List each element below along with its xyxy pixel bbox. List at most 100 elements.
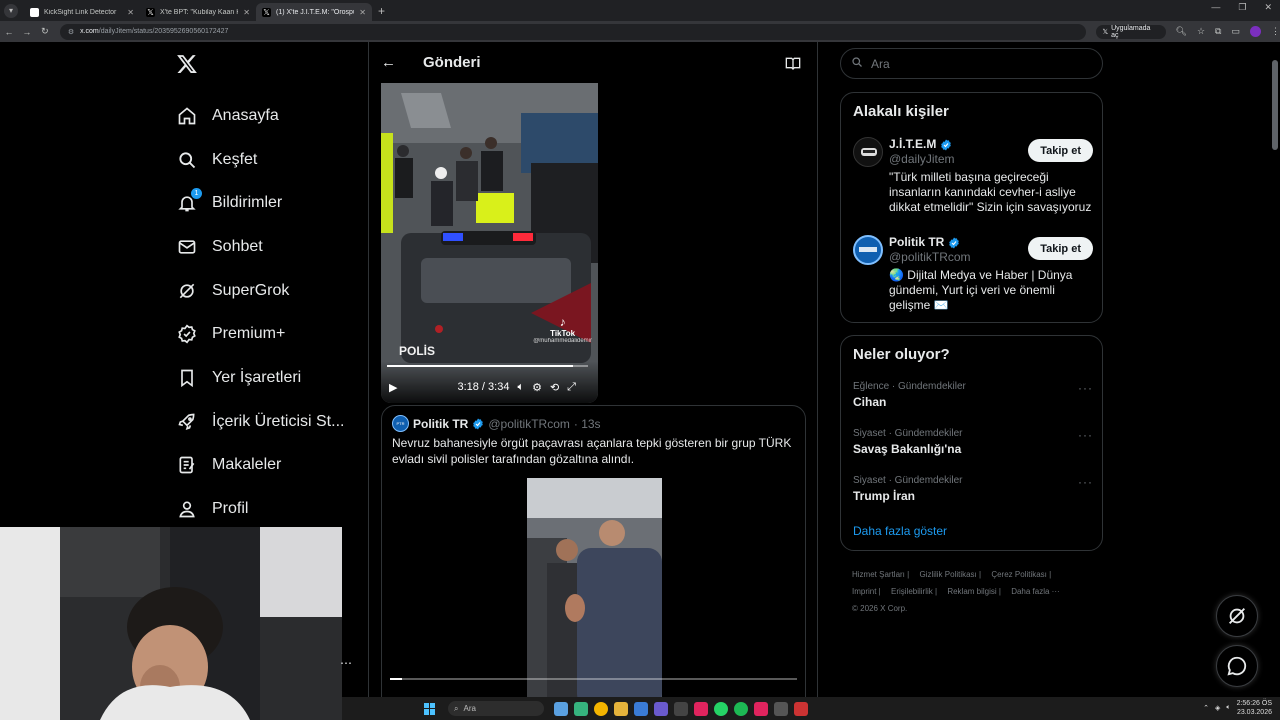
nav-explore[interactable]: Keşfet — [176, 138, 344, 182]
quote-author-name[interactable]: Politik TR — [413, 417, 468, 431]
taskbar-search[interactable]: ⌕ Ara — [448, 701, 544, 716]
url-bar[interactable]: ⚙ x.com/dailyJitem/status/20359526905601… — [59, 23, 1087, 40]
quote-video[interactable] — [527, 478, 662, 708]
tab-close-icon[interactable]: ✕ — [243, 8, 250, 17]
avatar[interactable] — [853, 235, 883, 265]
windows-start-icon[interactable] — [424, 702, 436, 715]
app-icon[interactable] — [754, 701, 768, 716]
nav-creator-studio[interactable]: İçerik Üreticisi St... — [176, 400, 344, 444]
more-options-icon[interactable]: ⋯ — [340, 656, 352, 670]
maximize-icon[interactable]: ❐ — [1238, 2, 1246, 13]
bookmark-star-icon[interactable]: ☆ — [1197, 26, 1205, 37]
network-icon[interactable]: ◈ — [1215, 704, 1220, 712]
discord-icon[interactable] — [654, 701, 668, 716]
video-progress-bar[interactable] — [387, 365, 588, 367]
settings-icon[interactable]: ⚙ — [532, 381, 542, 394]
tab-close-icon[interactable]: ✕ — [359, 8, 366, 17]
trend-item[interactable]: Siyaset · Gündemdekiler Savaş Bakanlığı'… — [853, 428, 1093, 456]
nav-supergrok[interactable]: SuperGrok — [176, 269, 344, 313]
footer-link[interactable]: Daha fazla ··· — [1011, 587, 1059, 596]
person-handle[interactable]: @dailyJitem — [889, 152, 955, 166]
footer-link[interactable]: Erişilebilirlik | — [891, 587, 937, 596]
open-in-app-button[interactable]: 𝕏 Uygulamada aç — [1096, 24, 1166, 39]
back-nav-icon[interactable]: ← — [0, 27, 18, 37]
page-scrollbar[interactable] — [1272, 60, 1278, 150]
follow-button[interactable]: Takip et — [1028, 237, 1093, 260]
extensions-icon[interactable]: ⧉ — [1215, 26, 1221, 37]
nav-chat[interactable]: Sohbet — [176, 225, 344, 269]
browser-tab-2[interactable]: 𝕏 X'te BPT: "Kubilay Kaan Kundak... ✕ — [140, 3, 256, 21]
avatar[interactable]: PTR — [392, 415, 409, 432]
fullscreen-icon[interactable]: ⤢ — [567, 381, 576, 394]
trend-item[interactable]: Siyaset · Gündemdekiler Trump İran ··· — [853, 475, 1093, 503]
quote-timestamp[interactable]: · 13s — [574, 417, 601, 431]
nav-premium[interactable]: Premium+ — [176, 312, 344, 356]
app-icon[interactable] — [674, 701, 688, 716]
forward-nav-icon[interactable]: → — [18, 27, 36, 37]
grok-fab-button[interactable] — [1216, 595, 1258, 637]
taskbar-clock[interactable]: 2:56:26 ÖS 23.03.2026 — [1237, 699, 1272, 717]
search-input[interactable] — [871, 56, 1071, 71]
rotate-icon[interactable]: ⟲ — [550, 381, 559, 394]
trend-item[interactable]: Eğlence · Gündemdekiler Cihan ··· — [853, 381, 1093, 409]
more-options-icon[interactable]: ··· — [1078, 428, 1093, 442]
show-more-link[interactable]: Daha fazla göster — [853, 524, 947, 538]
nav-home[interactable]: Anasayfa — [176, 94, 344, 138]
footer-link[interactable]: Hizmet Şartları | — [852, 570, 909, 579]
reload-icon[interactable]: ↻ — [36, 26, 54, 37]
new-tab-button[interactable]: + — [378, 4, 385, 18]
spotify-icon[interactable] — [734, 701, 748, 716]
person-name[interactable]: J.İ.T.E.M — [889, 137, 952, 151]
app-icon[interactable] — [794, 701, 808, 716]
footer-link[interactable]: Reklam bilgisi | — [947, 587, 1001, 596]
chrome-icon[interactable] — [594, 701, 608, 716]
reader-mode-icon[interactable] — [785, 56, 801, 75]
quote-video-progress[interactable] — [390, 678, 797, 680]
tab-close-icon[interactable]: ✕ — [127, 8, 134, 17]
footer-link[interactable]: Imprint | — [852, 587, 881, 596]
video-player[interactable]: POLİS ♪ TikTok @muhammedalidemir ▶ 3:18 … — [381, 83, 598, 403]
nav-profile[interactable]: Profil — [176, 487, 344, 531]
webcam-image — [0, 527, 342, 720]
edge-icon[interactable] — [574, 701, 588, 716]
profile-avatar[interactable] — [1250, 26, 1261, 37]
tab-search-icon[interactable]: ▾ — [4, 3, 18, 18]
x-logo[interactable] — [176, 53, 198, 81]
app-icon[interactable] — [634, 701, 648, 716]
person-name[interactable]: Politik TR — [889, 235, 960, 249]
browser-tab-3[interactable]: 𝕏 (1) X'te J.İ.T.E.M: "Orospu evladı... … — [256, 3, 372, 21]
volume-icon[interactable]: 🔈︎ — [517, 381, 524, 394]
whatsapp-icon[interactable] — [714, 701, 728, 716]
footer-link[interactable]: Çerez Politikası | — [991, 570, 1051, 579]
app-icon[interactable] — [694, 701, 708, 716]
zoom-icon[interactable]: 🔍︎ — [1176, 26, 1187, 37]
quote-author-handle[interactable]: @politikTRcom — [488, 417, 570, 431]
tray-chevron-icon[interactable]: ⌃ — [1203, 704, 1209, 712]
nav-articles[interactable]: Makaleler — [176, 444, 344, 488]
avatar[interactable] — [853, 137, 883, 167]
play-icon[interactable]: ▶ — [389, 381, 397, 394]
menu-icon[interactable]: ⋮ — [1271, 26, 1280, 37]
minimize-icon[interactable]: — — [1211, 2, 1220, 13]
back-arrow-icon[interactable]: ← — [381, 54, 396, 71]
quoted-post[interactable]: PTR Politik TR @politikTRcom · 13s Nevru… — [381, 405, 806, 720]
volume-icon[interactable]: 🔈︎ — [1226, 704, 1230, 712]
footer-link[interactable]: Gizlilik Politikası | — [919, 570, 981, 579]
more-options-icon[interactable]: ··· — [1078, 475, 1093, 489]
nav-notifications[interactable]: 1 Bildirimler — [176, 181, 344, 225]
messages-fab-button[interactable] — [1216, 645, 1258, 687]
close-window-icon[interactable]: ✕ — [1264, 2, 1272, 13]
task-view-icon[interactable] — [554, 701, 568, 716]
follow-button[interactable]: Takip et — [1028, 139, 1093, 162]
more-options-icon[interactable]: ··· — [1078, 381, 1093, 395]
nav-bookmarks[interactable]: Yer İşaretleri — [176, 356, 344, 400]
file-explorer-icon[interactable] — [614, 701, 628, 716]
search-box[interactable] — [840, 48, 1103, 79]
site-info-icon[interactable]: ⚙ — [68, 28, 74, 36]
person-handle[interactable]: @politikTRcom — [889, 250, 971, 264]
person-item[interactable]: Politik TR @politikTRcom 🌏 Dijital Medya… — [853, 235, 1093, 315]
sidebar-icon[interactable]: ▭ — [1231, 26, 1240, 37]
app-icon[interactable] — [774, 701, 788, 716]
browser-tab-1[interactable]: KickSight Link Detector ✕ — [24, 3, 140, 21]
person-item[interactable]: J.İ.T.E.M @dailyJitem "Türk milleti başı… — [853, 137, 1093, 217]
